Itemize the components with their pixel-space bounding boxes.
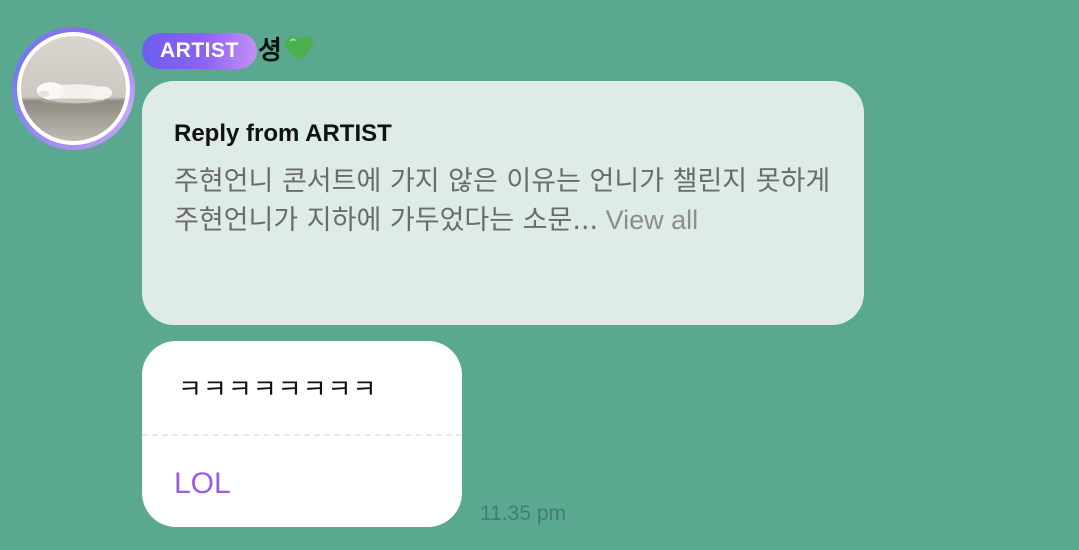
message-text: ㅋㅋㅋㅋㅋㅋㅋㅋ	[178, 375, 378, 405]
reply-snippet: 주현언니 콘서트에 가지 않은 이유는 언니가 챌린지 못하게 주현언니가 지하…	[174, 166, 831, 236]
view-all-link[interactable]: View all	[598, 205, 699, 235]
message-bubble[interactable]: ㅋㅋㅋㅋㅋㅋㅋㅋ LOL	[142, 341, 462, 527]
reply-title: Reply from ARTIST	[174, 120, 392, 147]
nickname-text: 셩	[258, 36, 282, 66]
avatar[interactable]	[12, 27, 135, 150]
sleeping-dog-photo	[21, 36, 126, 141]
artist-badge: ARTIST	[142, 33, 257, 69]
nickname[interactable]: 셩	[258, 34, 314, 68]
reply-bubble[interactable]: Reply from ARTIST 주현언니 콘서트에 가지 않은 이유는 언니…	[142, 81, 864, 325]
translation-text: LOL	[174, 467, 231, 500]
reply-text: 주현언니 콘서트에 가지 않은 이유는 언니가 챌린지 못하게 주현언니가 지하…	[174, 163, 834, 240]
message-divider	[142, 434, 462, 436]
green-heart-icon	[284, 35, 313, 62]
message-timestamp: 11.35 pm	[480, 502, 566, 525]
